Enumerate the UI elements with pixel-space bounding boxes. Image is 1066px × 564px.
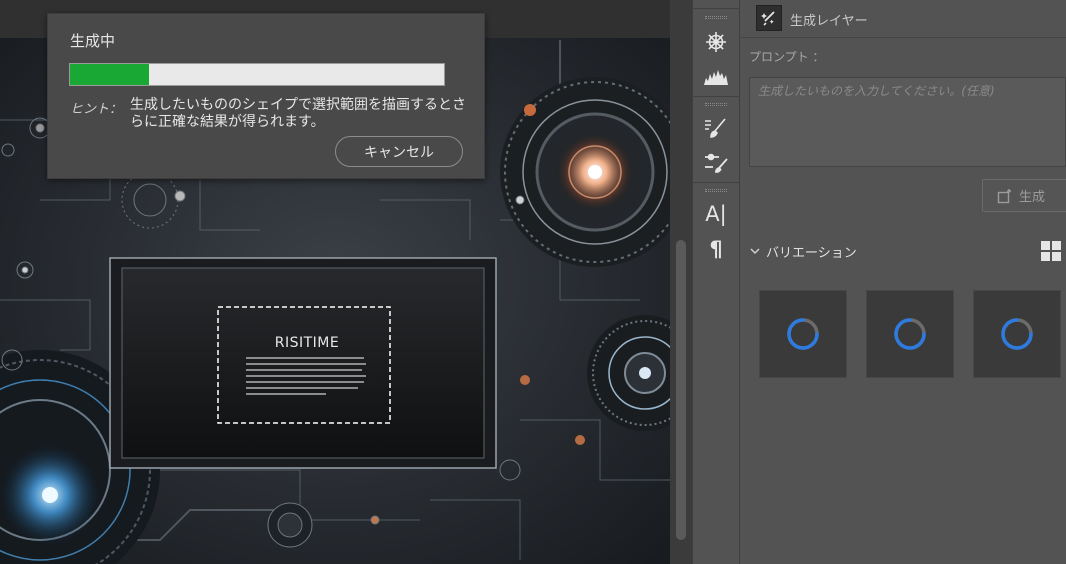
chevron-down-icon bbox=[750, 248, 760, 255]
prompt-input[interactable] bbox=[749, 77, 1066, 167]
character-text-icon[interactable]: A| bbox=[701, 200, 731, 228]
generate-label: 生成 bbox=[1019, 190, 1046, 205]
histogram-icon[interactable] bbox=[701, 62, 731, 90]
generating-progress-dialog: 生成中 ヒント： 生成したいもののシェイプで選択範囲を描画するとさらに正確な結果… bbox=[47, 13, 485, 179]
tool-strip-separator bbox=[693, 96, 739, 97]
grid-view-icon[interactable] bbox=[1040, 240, 1062, 262]
variation-thumbnail[interactable] bbox=[866, 290, 954, 378]
loading-spinner-icon bbox=[1001, 318, 1033, 350]
adjust-brush-icon[interactable] bbox=[701, 148, 731, 176]
brush-list-icon[interactable] bbox=[701, 114, 731, 142]
variation-thumbnail[interactable] bbox=[759, 290, 847, 378]
generate-icon bbox=[997, 188, 1011, 203]
loading-spinner-icon bbox=[787, 318, 819, 350]
ship-wheel-icon[interactable] bbox=[701, 28, 731, 56]
dialog-title: 生成中 bbox=[70, 32, 116, 50]
variation-thumbnail[interactable] bbox=[973, 290, 1061, 378]
cancel-button[interactable]: キャンセル bbox=[335, 136, 463, 167]
variations-section-toggle[interactable]: バリエーション bbox=[749, 240, 857, 262]
progress-bar bbox=[69, 63, 445, 86]
progress-bar-fill bbox=[70, 64, 149, 85]
prompt-label: プロンプト ： bbox=[749, 50, 825, 64]
panel-grip[interactable] bbox=[705, 16, 727, 19]
panel-grip[interactable] bbox=[705, 189, 727, 192]
tool-strip-separator bbox=[693, 8, 739, 9]
layer-header[interactable]: 生成レイヤー bbox=[741, 0, 1066, 38]
panel-grip[interactable] bbox=[705, 103, 727, 106]
hint-label: ヒント： bbox=[70, 102, 123, 117]
canvas-scrollbar[interactable] bbox=[670, 0, 692, 564]
variations-label: バリエーション bbox=[766, 245, 857, 261]
generate-button[interactable]: 生成 bbox=[982, 179, 1066, 212]
hint-text: 生成したいもののシェイプで選択範囲を描画するとさらに正確な結果が得られます。 bbox=[130, 97, 466, 130]
canvas-headline: RISITIME bbox=[275, 335, 339, 351]
tool-strip-separator bbox=[693, 182, 739, 183]
tool-strip: A| ¶ bbox=[692, 0, 740, 564]
paragraph-icon[interactable]: ¶ bbox=[701, 235, 731, 263]
generative-layer-panel: 生成レイヤー プロンプト ： 生成 バリエーション bbox=[741, 0, 1066, 564]
canvas-scrollbar-thumb[interactable] bbox=[676, 240, 686, 540]
loading-spinner-icon bbox=[894, 318, 926, 350]
layer-name: 生成レイヤー bbox=[790, 14, 868, 29]
generative-layer-icon bbox=[756, 5, 782, 31]
